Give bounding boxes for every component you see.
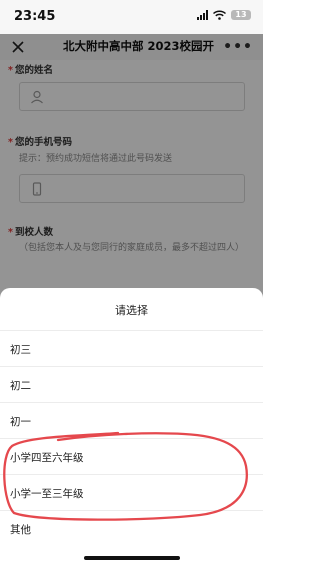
option-chu-er[interactable]: 初二	[0, 367, 263, 403]
status-icons: 13	[197, 10, 251, 20]
battery-icon: 13	[231, 10, 251, 20]
clock-time: 23:45	[14, 9, 56, 24]
home-indicator	[84, 556, 180, 560]
picker-sheet: 请选择 初三 初二 初一 小学四至六年级 小学一至三年级 其他	[0, 288, 263, 569]
signal-icon	[197, 10, 208, 20]
option-primary-4-6[interactable]: 小学四至六年级	[0, 439, 263, 475]
option-other[interactable]: 其他	[0, 511, 263, 547]
option-primary-1-3[interactable]: 小学一至三年级	[0, 475, 263, 511]
picker-title: 请选择	[115, 304, 148, 317]
option-chu-san[interactable]: 初三	[0, 331, 263, 367]
status-bar: 23:45 13	[0, 0, 263, 34]
wifi-icon	[213, 10, 226, 20]
option-chu-yi[interactable]: 初一	[0, 403, 263, 439]
